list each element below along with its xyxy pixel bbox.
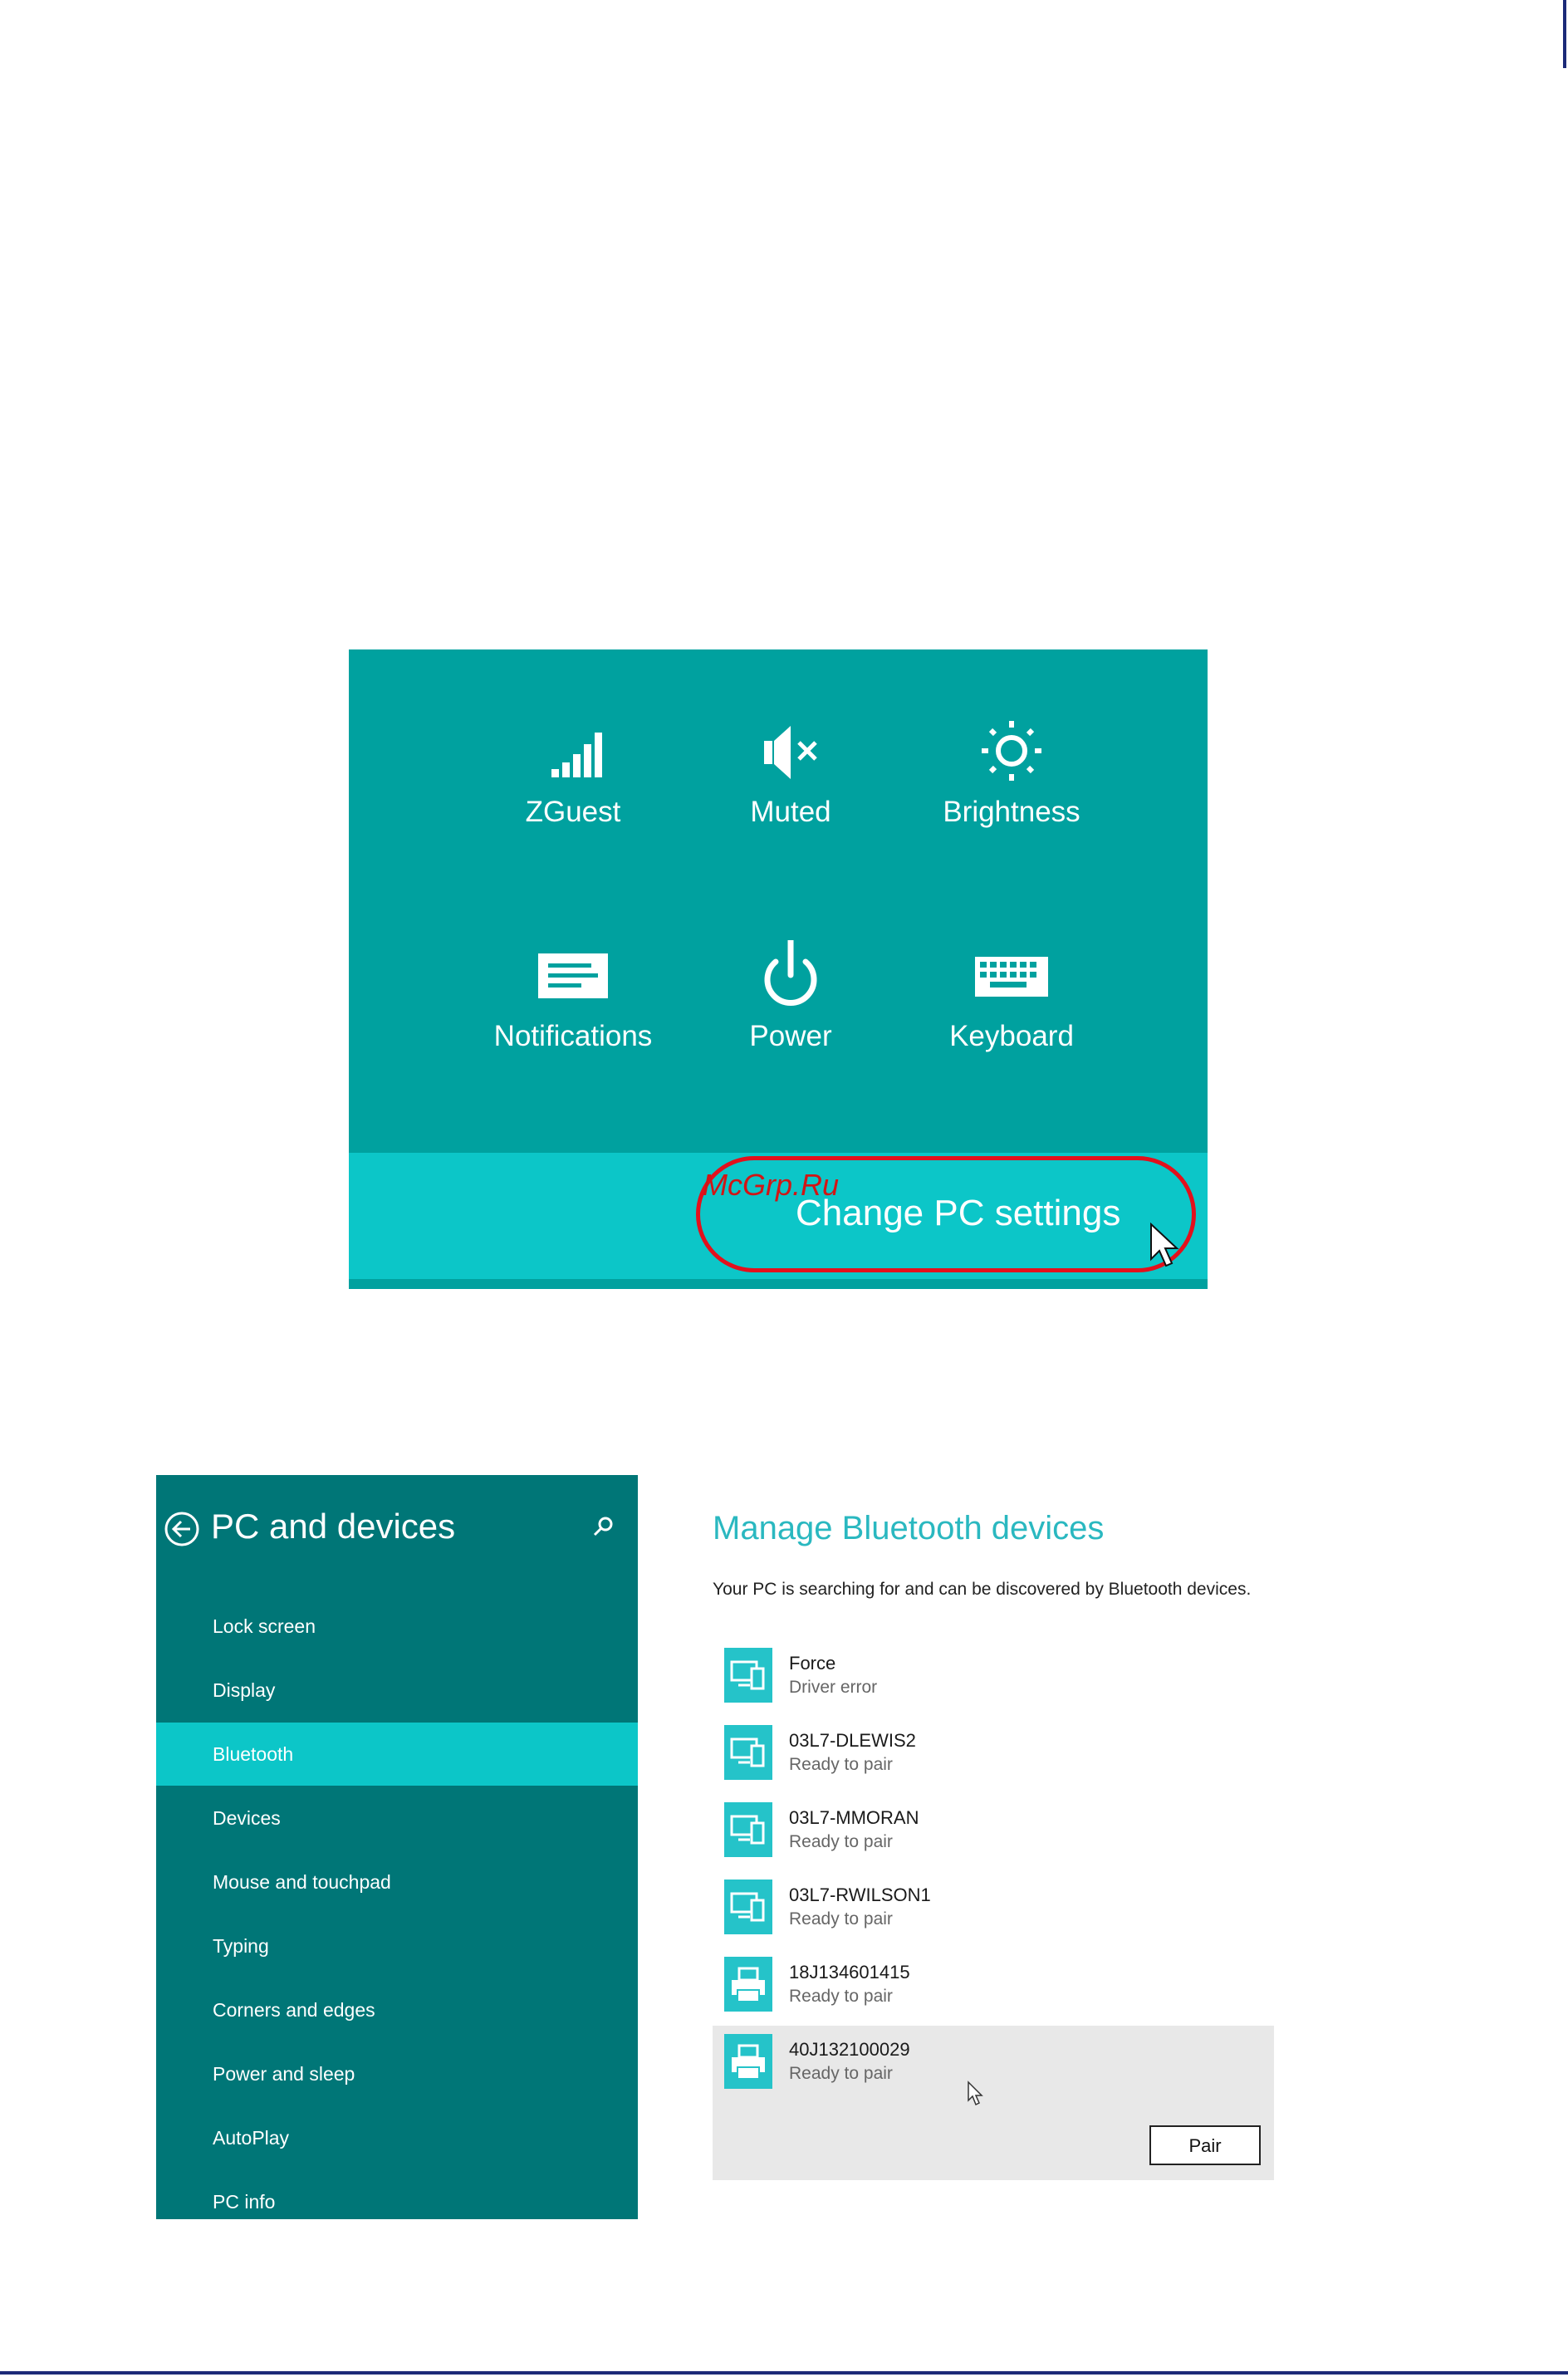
device-item[interactable]: 03L7-DLEWIS2 Ready to pair: [713, 1717, 1274, 1794]
search-icon[interactable]: [591, 1515, 615, 1538]
device-item[interactable]: 03L7-MMORAN Ready to pair: [713, 1794, 1274, 1871]
sidebar-item-pc-info[interactable]: PC info: [156, 2170, 638, 2233]
notifications-label: Notifications: [493, 1020, 653, 1052]
network-tile[interactable]: ZGuest: [465, 716, 681, 865]
sidebar-item-devices[interactable]: Devices: [156, 1786, 638, 1850]
sidebar-item-autoplay[interactable]: AutoPlay: [156, 2106, 638, 2169]
device-item-selected[interactable]: 40J132100029 Ready to pair Pair: [713, 2026, 1274, 2180]
charm-bottom-edge: [349, 1279, 1208, 1289]
mouse-cursor-icon: [1150, 1223, 1179, 1267]
speaker-muted-icon: [764, 726, 817, 779]
bluetooth-device-list: Force Driver error 03L7-DLEWIS2 Ready to…: [713, 1639, 1274, 2180]
bluetooth-description: Your PC is searching for and can be disc…: [713, 1580, 1252, 1599]
back-arrow-icon[interactable]: [163, 1510, 201, 1548]
sidebar-item-mouse-and-touchpad[interactable]: Mouse and touchpad: [156, 1850, 638, 1914]
computer-phone-icon: [724, 1725, 772, 1780]
page-corner-mark: [1563, 0, 1566, 68]
printer-icon: [724, 1957, 772, 2012]
watermark: McGrp.Ru: [703, 1168, 840, 1202]
settings-charm-panel: ZGuest Muted Brightness Notifications Po…: [349, 649, 1208, 1289]
sidebar-item-display[interactable]: Display: [156, 1659, 638, 1722]
device-item[interactable]: Force Driver error: [713, 1639, 1274, 1717]
device-name: 40J132100029: [789, 2039, 910, 2060]
keyboard-label: Keyboard: [949, 1020, 1074, 1052]
brightness-label: Brightness: [943, 796, 1080, 828]
sidebar-item-typing[interactable]: Typing: [156, 1914, 638, 1978]
device-name: 03L7-RWILSON1: [789, 1884, 931, 1905]
device-item[interactable]: 03L7-RWILSON1 Ready to pair: [713, 1871, 1274, 1948]
power-tile[interactable]: Power: [683, 940, 899, 1090]
keyboard-tile[interactable]: Keyboard: [904, 940, 1120, 1090]
device-status: Ready to pair: [789, 2064, 893, 2083]
keyboard-icon: [975, 957, 1048, 997]
volume-label: Muted: [750, 796, 831, 828]
sidebar-title: PC and devices: [211, 1507, 456, 1546]
computer-phone-icon: [724, 1880, 772, 1934]
power-icon: [764, 940, 817, 1006]
sidebar-item-power-and-sleep[interactable]: Power and sleep: [156, 2042, 638, 2105]
page-bottom-rule: [0, 2371, 1568, 2375]
notifications-tile[interactable]: Notifications: [465, 940, 681, 1090]
device-name: 18J134601415: [789, 1962, 910, 1982]
device-status: Driver error: [789, 1678, 878, 1697]
computer-phone-icon: [724, 1648, 772, 1703]
device-item[interactable]: 18J134601415 Ready to pair: [713, 1948, 1274, 2026]
device-status: Ready to pair: [789, 1832, 893, 1851]
device-status: Ready to pair: [789, 1909, 893, 1929]
brightness-tile[interactable]: Brightness: [904, 716, 1120, 865]
device-name: Force: [789, 1653, 836, 1674]
change-pc-settings-bar[interactable]: Change PC settings McGrp.Ru: [349, 1153, 1208, 1279]
printer-icon: [724, 2034, 772, 2089]
computer-phone-icon: [724, 1802, 772, 1857]
bluetooth-page-title: Manage Bluetooth devices: [713, 1510, 1105, 1546]
power-label: Power: [749, 1020, 832, 1052]
network-label: ZGuest: [525, 796, 621, 828]
device-status: Ready to pair: [789, 1755, 893, 1774]
sidebar-item-corners-and-edges[interactable]: Corners and edges: [156, 1978, 638, 2041]
device-name: 03L7-MMORAN: [789, 1807, 919, 1828]
pc-and-devices-sidebar: PC and devices Lock screen Display Bluet…: [156, 1475, 638, 2219]
device-status: Ready to pair: [789, 1987, 893, 2006]
volume-tile[interactable]: Muted: [683, 716, 899, 865]
sidebar-item-bluetooth[interactable]: Bluetooth: [156, 1723, 638, 1786]
signal-bars-icon: [551, 733, 602, 777]
sun-icon: [982, 721, 1041, 781]
message-icon: [538, 953, 608, 998]
sidebar-item-lock-screen[interactable]: Lock screen: [156, 1595, 638, 1658]
mouse-cursor-icon: [968, 2080, 983, 2106]
pair-button[interactable]: Pair: [1149, 2125, 1261, 2165]
device-name: 03L7-DLEWIS2: [789, 1730, 916, 1751]
